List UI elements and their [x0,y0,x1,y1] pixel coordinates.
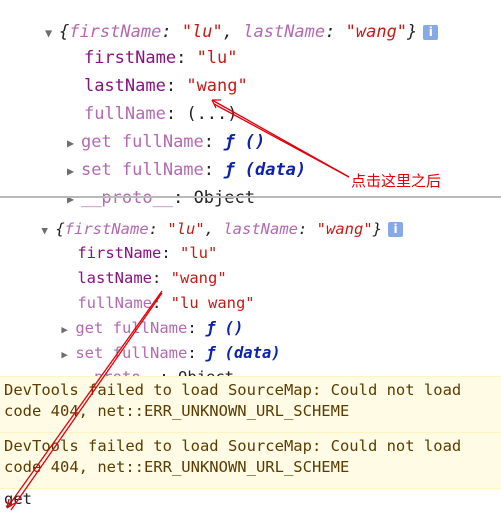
warning-line: DevTools failed to load SourceMap: Could… [4,381,462,399]
info-icon[interactable]: i [423,24,439,40]
console-object-panel-before: ▼ {firstName: "lu", lastName: "wang"} i fi… [0,0,501,208]
console-warning-message: DevTools failed to load SourceMap: Could… [0,376,501,435]
summary-close-brace: } [407,22,418,42]
summary-value-lastname: "wang" [345,22,408,42]
summary-key-lastname: lastName [223,220,298,238]
info-icon[interactable]: i [388,222,404,237]
console-warning-message: DevTools failed to load SourceMap: Could… [0,432,501,489]
summary-close-brace: } [372,220,383,238]
summary-sep: : [298,220,317,238]
annotation-text: 点击这里之后 [351,172,442,190]
summary-key-lastname: lastName [243,22,326,42]
warning-line: code 404, net::ERR_UNKNOWN_URL_SCHEME [4,458,350,476]
console-log-output: get [4,490,32,508]
summary-sep: : [325,22,346,42]
warning-line: code 404, net::ERR_UNKNOWN_URL_SCHEME [4,402,350,420]
summary-value-lastname: "wang" [316,220,373,238]
console-object-panel-after: ▼ {firstName: "lu", lastName: "wang"} i fi… [0,198,501,386]
warning-line: DevTools failed to load SourceMap: Could… [4,437,462,455]
